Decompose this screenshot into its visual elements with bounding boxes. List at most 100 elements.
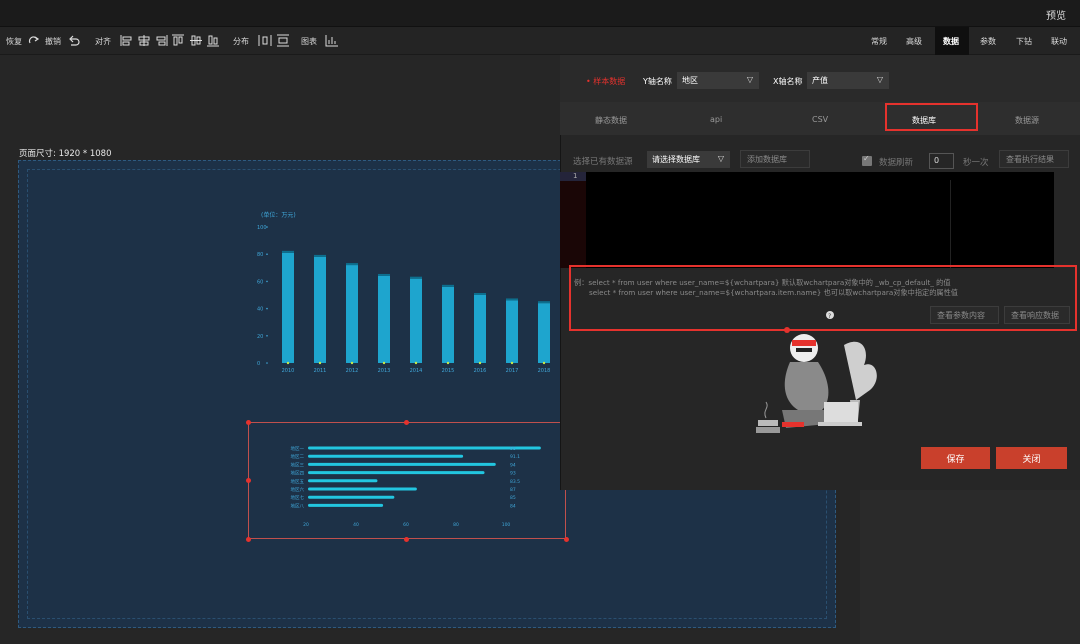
hbar[interactable] [308,454,464,458]
y-tick-dot [266,335,268,337]
hbar[interactable] [308,495,395,499]
y-tick-label: 0 [257,361,260,367]
x-axis-select-value: 产值 [812,76,828,85]
hbar-x-tick-label: 20 [303,522,309,528]
align-bottom-icon[interactable] [206,34,220,47]
distribute-horizontal-icon[interactable] [258,34,272,47]
bar[interactable] [314,256,326,363]
hbar-value-label: 93 [510,471,516,477]
resize-handle[interactable] [246,478,251,483]
refresh-label: 数据刷新 [879,158,914,168]
bar[interactable] [506,300,518,363]
bar-cap [474,293,486,295]
y-tick-label: 80 [257,252,263,258]
save-button[interactable]: 保存 [921,447,990,469]
tab-advanced[interactable]: 高级 [906,36,922,47]
distribute-vertical-icon[interactable] [276,34,290,47]
resize-handle[interactable] [564,537,569,542]
hbar-value-label: 94 [510,462,516,468]
hbar-value-label: 85 [510,495,516,501]
tab-datasource[interactable]: 数据源 [1015,115,1039,126]
resize-handle[interactable] [404,420,409,425]
undo-label[interactable]: 撤销 [45,36,61,47]
sql-editor[interactable] [560,172,1054,268]
hbar[interactable] [308,503,384,507]
bar[interactable] [410,278,422,363]
hbar-value-label: 84 [510,503,516,509]
tab-static-data[interactable]: 静态数据 [595,115,627,126]
align-center-icon[interactable] [137,34,151,47]
redo-icon[interactable] [27,34,41,47]
tab-data[interactable]: 数据 [943,36,959,47]
bar[interactable] [378,275,390,363]
redo-label[interactable]: 恢复 [6,36,22,47]
hbar[interactable] [308,462,496,466]
bar-chart[interactable]: (单位：万元) 100 80 60 40 20 0 2010 2011 2012 2013 201… [255,205,560,380]
align-middle-icon[interactable] [189,34,203,47]
page-size-label: 页面尺寸: 1920 * 1080 [19,149,112,159]
tab-params[interactable]: 参数 [980,36,996,47]
view-execution-result-button[interactable]: 查看执行结果 [999,150,1069,168]
hbar-chart[interactable]: 地区一 98 地区二 91.1 地区三 94 地区四 93 地区五 83.5 地区六 87 地区七 85 地… [250,440,550,530]
y-axis-select[interactable]: 地区 ▽ [677,72,759,89]
refresh-interval-input[interactable]: 0 [929,153,954,169]
align-top-icon[interactable] [171,34,185,47]
hbar-value-label: 87 [510,487,516,493]
bar[interactable] [346,265,358,363]
hbar-x-tick-label: 40 [353,522,359,528]
add-database-button[interactable]: 添加数据库 [740,150,810,168]
hbar[interactable] [308,487,417,491]
chart-label: 图表 [301,37,317,46]
bar-base-dot [414,361,418,365]
y-tick-dot [266,307,268,310]
tab-general[interactable]: 常规 [871,36,887,47]
y-tick-dot [266,362,268,364]
empty-state-illustration: ? [756,311,877,433]
resize-handle[interactable] [404,537,409,542]
align-label: 对齐 [95,37,111,46]
x-tick-label: 2016 [474,368,487,374]
tab-api[interactable]: api [710,115,722,124]
y-axis-name-label: Y轴名称 [643,77,672,86]
undo-icon[interactable] [67,34,81,47]
chevron-down-icon: ▽ [876,75,883,84]
bar[interactable] [442,286,454,363]
bar[interactable] [538,303,550,363]
bar-chart-unit: (单位：万元) [261,211,296,219]
align-right-icon[interactable] [154,34,168,47]
bar-base-dot [286,361,290,365]
close-button[interactable]: 关闭 [996,447,1067,469]
preview-button[interactable]: 预览 [1046,7,1066,22]
hbar[interactable] [308,471,485,475]
bar-base-dot [446,361,450,365]
tab-csv[interactable]: CSV [812,115,828,124]
chevron-down-icon: ▽ [746,75,753,84]
tab-drilldown[interactable]: 下钻 [1016,36,1032,47]
database-select[interactable]: 请选择数据库 ▽ [647,151,730,168]
refresh-checkbox[interactable]: ✓ [862,154,872,166]
x-tick-label: 2013 [378,368,391,374]
bar[interactable] [282,252,294,363]
sample-data-label: • 样本数据 [586,77,626,86]
hbar[interactable] [308,446,541,450]
x-axis-select[interactable]: 产值 ▽ [807,72,889,89]
bar[interactable] [474,295,486,363]
x-tick-label: 2017 [506,368,519,374]
y-axis-select-value: 地区 [682,76,698,85]
tab-linkage[interactable]: 联动 [1051,36,1067,47]
hbar-category-label: 地区七 [291,494,305,501]
distribute-label: 分布 [233,37,249,46]
align-left-icon[interactable] [120,34,134,47]
hbar-category-label: 地区四 [291,470,305,477]
resize-handle[interactable] [246,537,251,542]
editor-gutter [560,172,586,268]
y-tick-label: 20 [257,334,263,340]
chart-icon[interactable] [325,34,339,47]
resize-handle[interactable] [246,420,251,425]
hbar[interactable] [308,479,378,483]
top-bar: 预览 [0,0,1080,27]
bar-cap [314,254,326,257]
hbar-value-label: 91.1 [510,454,520,460]
y-tick-dot [266,226,268,228]
database-select-value: 请选择数据库 [652,155,700,164]
